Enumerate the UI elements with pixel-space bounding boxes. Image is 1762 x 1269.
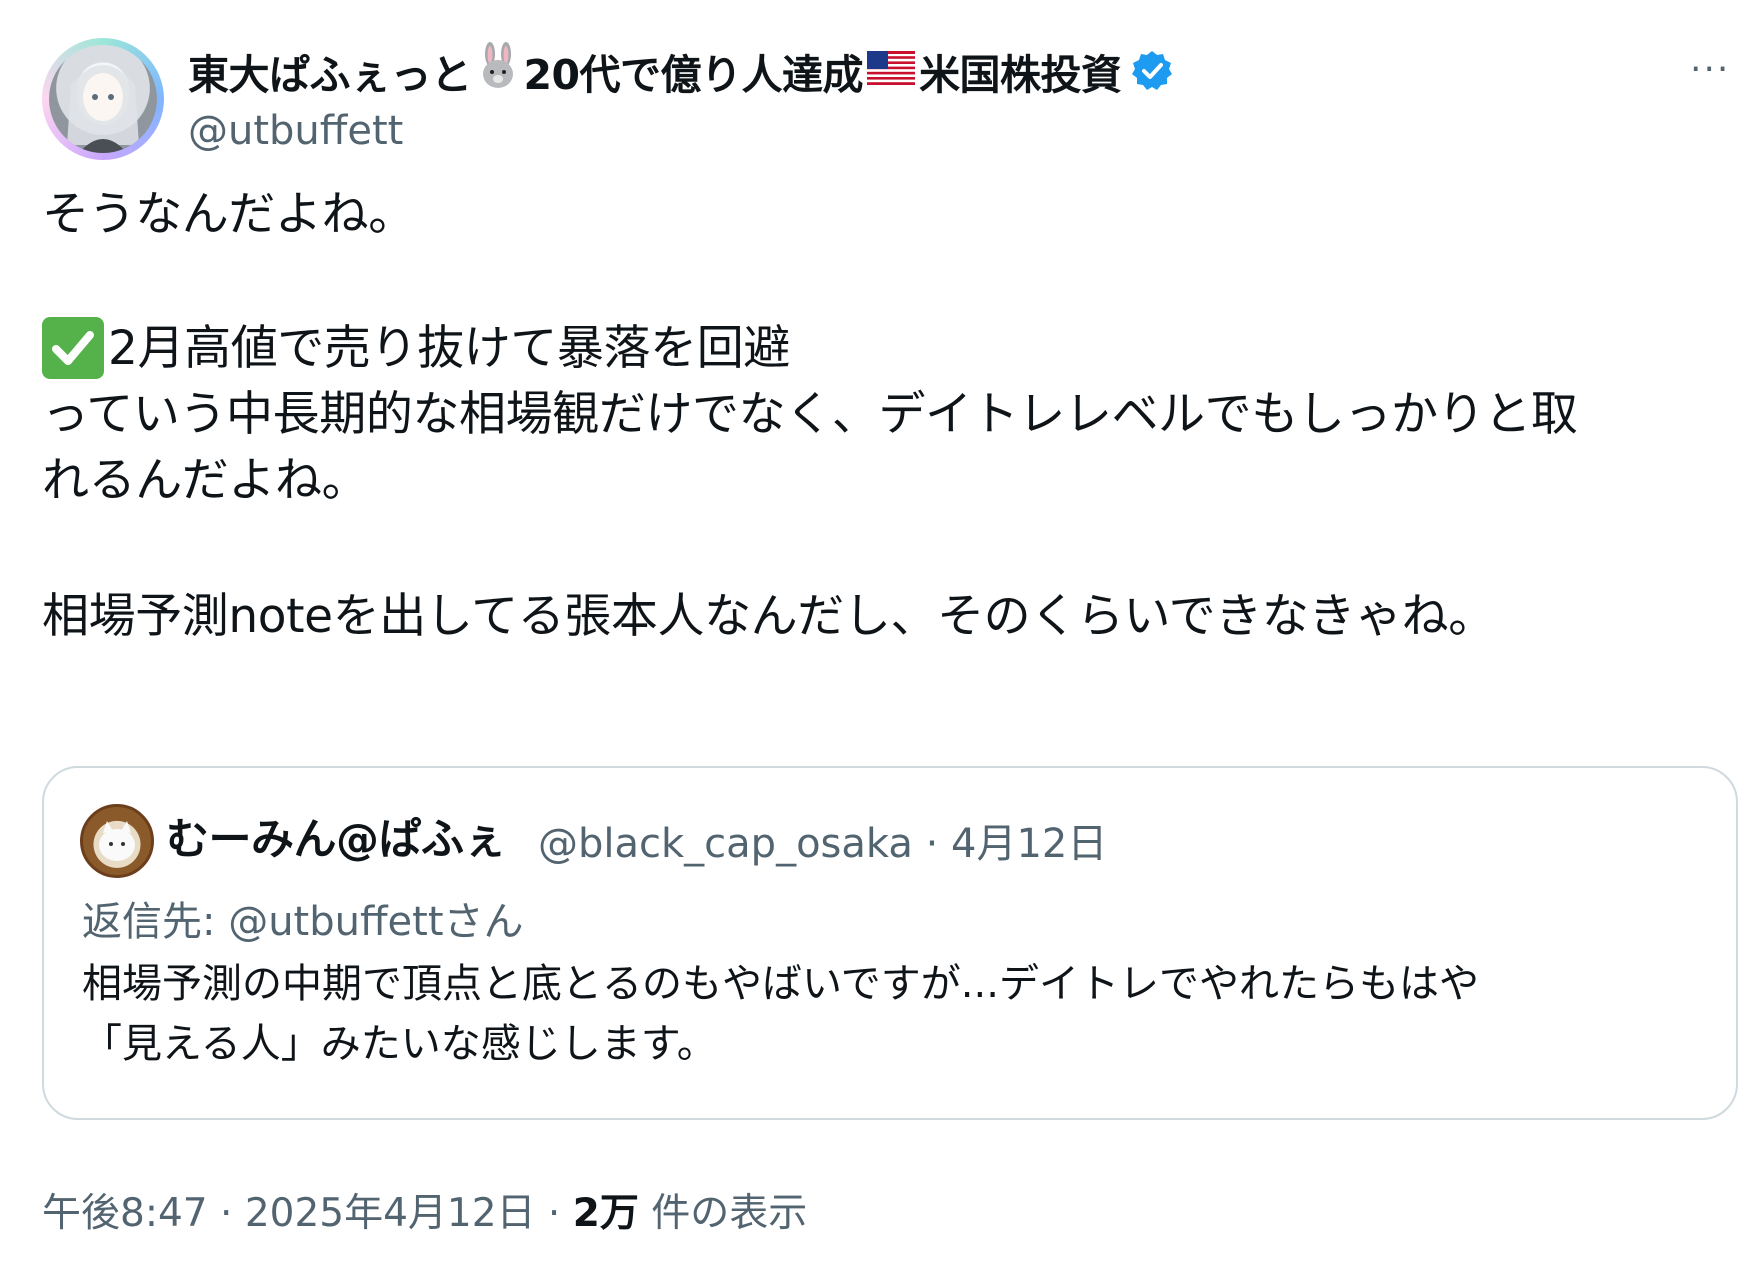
quote-meta: @black_cap_osaka · 4月12日	[538, 816, 1107, 872]
author-display-name[interactable]: 東大ぱふぇっと 20代で億り人達成 米国株投資	[188, 40, 1174, 102]
quote-date[interactable]: 4月12日	[951, 821, 1107, 867]
quote-text-line-2: 「見える人」みたいな感じします。	[82, 1021, 717, 1067]
quote-author-name[interactable]: むーみん@ぱふぇ	[166, 812, 507, 868]
tweet-footer: 午後8:47 · 2025年4月12日 · 2万 件の表示	[42, 1186, 807, 1242]
more-options-icon[interactable]: ···	[1690, 50, 1730, 90]
check-mark-button-icon	[42, 316, 104, 379]
quote-author-handle[interactable]: @black_cap_osaka	[538, 821, 913, 867]
quote-reply-to: 返信先: @utbuffettさん	[82, 899, 524, 945]
tweet-date[interactable]: 2025年4月12日	[245, 1191, 536, 1236]
anime-girl-avatar-icon	[49, 45, 157, 153]
verified-badge-icon	[1130, 49, 1174, 93]
views-count: 2万	[572, 1191, 639, 1236]
tweet-time[interactable]: 午後8:47	[42, 1191, 208, 1236]
tweet-text-line-2: 2月高値で売り抜けて暴落を回避	[42, 316, 790, 383]
quote-author-avatar[interactable]	[80, 804, 154, 878]
author-name-part-2: 20代で億り人達成	[523, 51, 864, 99]
author-name-part-1: 東大ぱふぇっと	[188, 51, 472, 99]
author-handle[interactable]: @utbuffett	[188, 108, 403, 154]
rabbit-icon	[476, 42, 520, 100]
quote-text-line-1: 相場予測の中期で頂点と底とるのもやばいですが...デイトレでやれたらもはや	[82, 961, 1479, 1007]
author-avatar[interactable]	[42, 38, 164, 160]
us-flag-icon	[867, 47, 916, 95]
quote-separator: ·	[925, 821, 939, 867]
tweet-text-line-1: そうなんだよね。	[42, 187, 415, 242]
footer-separator-1: ·	[220, 1191, 233, 1236]
tweet-text-line-5: 相場予測noteを出してる張本人なんだし、そのくらいできなきゃね。	[42, 589, 1495, 644]
author-name-part-3: 米国株投資	[919, 51, 1122, 99]
footer-separator-2: ·	[547, 1191, 561, 1236]
tweet-text-line-2-text: 2月高値で売り抜けて暴落を回避	[108, 321, 790, 376]
tweet-text-line-3: っていう中長期的な相場観だけでなく、デイトレレベルでもしっかりと取	[42, 387, 1578, 442]
tweet-text-line-4: れるんだよね。	[42, 453, 369, 508]
views-label: 件の表示	[651, 1191, 808, 1236]
